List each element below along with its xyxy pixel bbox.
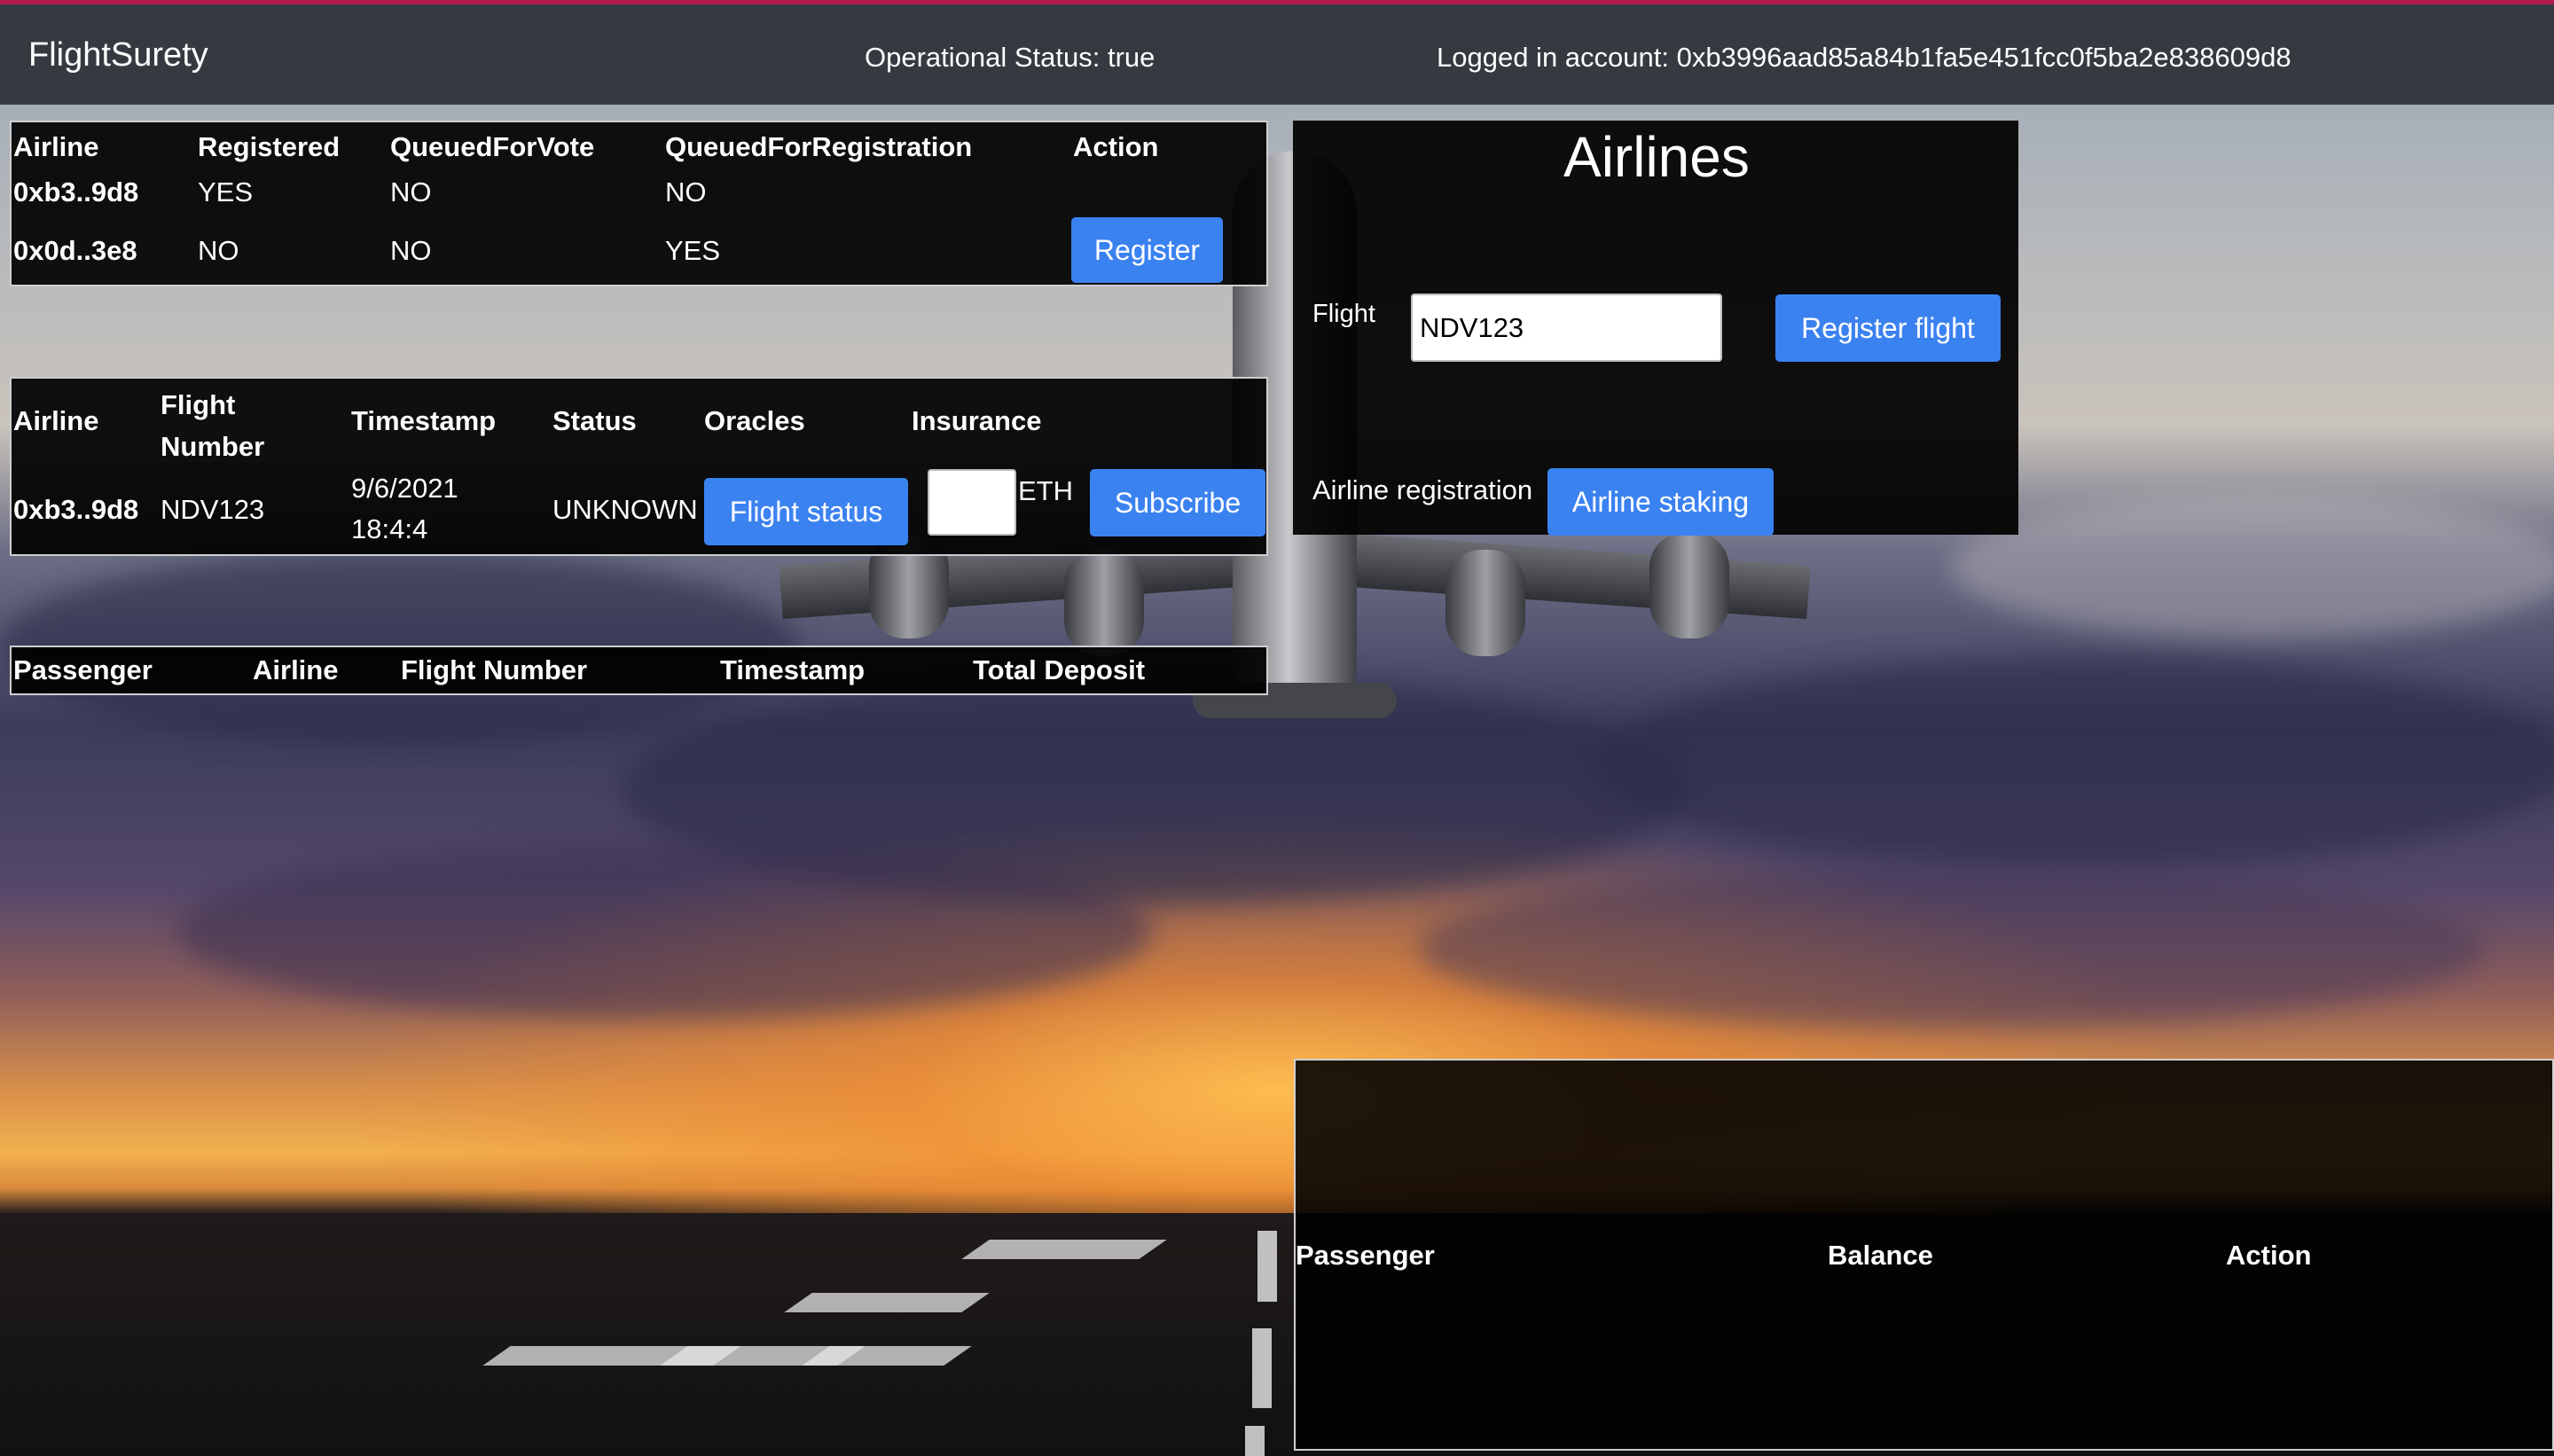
flight-status-value: UNKNOWN — [552, 494, 698, 525]
col-header-insurance: Insurance — [912, 405, 1042, 436]
airline-registration-label: Airline registration — [1312, 474, 1533, 505]
col-header-flight-number: Flight Number — [161, 389, 265, 462]
col-header-total-deposit: Total Deposit — [973, 654, 1146, 685]
flight-airline-address: 0xb3..9d8 — [13, 494, 139, 525]
registered-value: YES — [198, 176, 254, 207]
col-header-flight-number: Flight Number — [401, 654, 588, 685]
operational-status: Operational Status: true — [865, 42, 1156, 73]
col-header-action: Action — [1073, 131, 1159, 162]
col-header-airline: Airline — [13, 131, 99, 162]
col-header-queued-for-vote: QueuedForVote — [390, 131, 595, 162]
col-header-status: Status — [552, 405, 637, 436]
passengers-table: Passenger Balance Action — [1294, 1059, 2554, 1451]
col-header-passenger: Passenger — [13, 654, 153, 685]
airline-address: 0x0d..3e8 — [13, 235, 137, 266]
airline-staking-button[interactable]: Airline staking — [1547, 468, 1774, 536]
insurance-table: Passenger Airline Flight Number Timestam… — [10, 646, 1268, 695]
airlines-panel-title: Airlines — [1563, 125, 1750, 189]
flight-status-button[interactable]: Flight status — [704, 478, 908, 545]
subscribe-button[interactable]: Subscribe — [1090, 469, 1265, 536]
registered-value: NO — [198, 235, 239, 266]
col-header-passenger: Passenger — [1296, 1240, 1435, 1271]
col-header-balance: Balance — [1828, 1240, 1933, 1271]
insurance-amount-input[interactable] — [928, 469, 1016, 536]
register-airline-button[interactable]: Register — [1071, 217, 1223, 283]
brand-title[interactable]: FlightSurety — [28, 36, 208, 74]
airline-address: 0xb3..9d8 — [13, 176, 139, 207]
logged-in-account: Logged in account: 0xb3996aad85a84b1fa5e… — [1437, 42, 2292, 73]
col-header-action: Action — [2226, 1240, 2312, 1271]
register-flight-button[interactable]: Register flight — [1775, 294, 2001, 362]
queued-registration-value: NO — [665, 176, 707, 207]
col-header-airline: Airline — [253, 654, 339, 685]
queued-vote-value: NO — [390, 176, 432, 207]
flight-label: Flight — [1312, 300, 1375, 328]
col-header-timestamp: Timestamp — [720, 654, 866, 685]
flight-timestamp-date: 9/6/2021 — [351, 473, 458, 504]
queued-vote-value: NO — [390, 235, 432, 266]
insurance-unit-label: ETH — [1018, 475, 1073, 506]
flight-timestamp-time: 18:4:4 — [351, 513, 428, 544]
col-header-airline: Airline — [13, 405, 99, 436]
col-header-oracles: Oracles — [704, 405, 805, 436]
flight-number-value: NDV123 — [161, 494, 265, 525]
col-header-queued-for-registration: QueuedForRegistration — [665, 131, 973, 162]
flight-number-input[interactable] — [1411, 294, 1722, 362]
col-header-timestamp: Timestamp — [351, 405, 497, 436]
col-header-registered: Registered — [198, 131, 341, 162]
flights-table: Airline Flight Number Timestamp Status O… — [10, 377, 1268, 556]
queued-registration-value: YES — [665, 235, 721, 266]
airlines-table: Airline Registered QueuedForVote QueuedF… — [10, 121, 1268, 286]
navbar: FlightSurety Operational Status: true Lo… — [0, 0, 2554, 105]
